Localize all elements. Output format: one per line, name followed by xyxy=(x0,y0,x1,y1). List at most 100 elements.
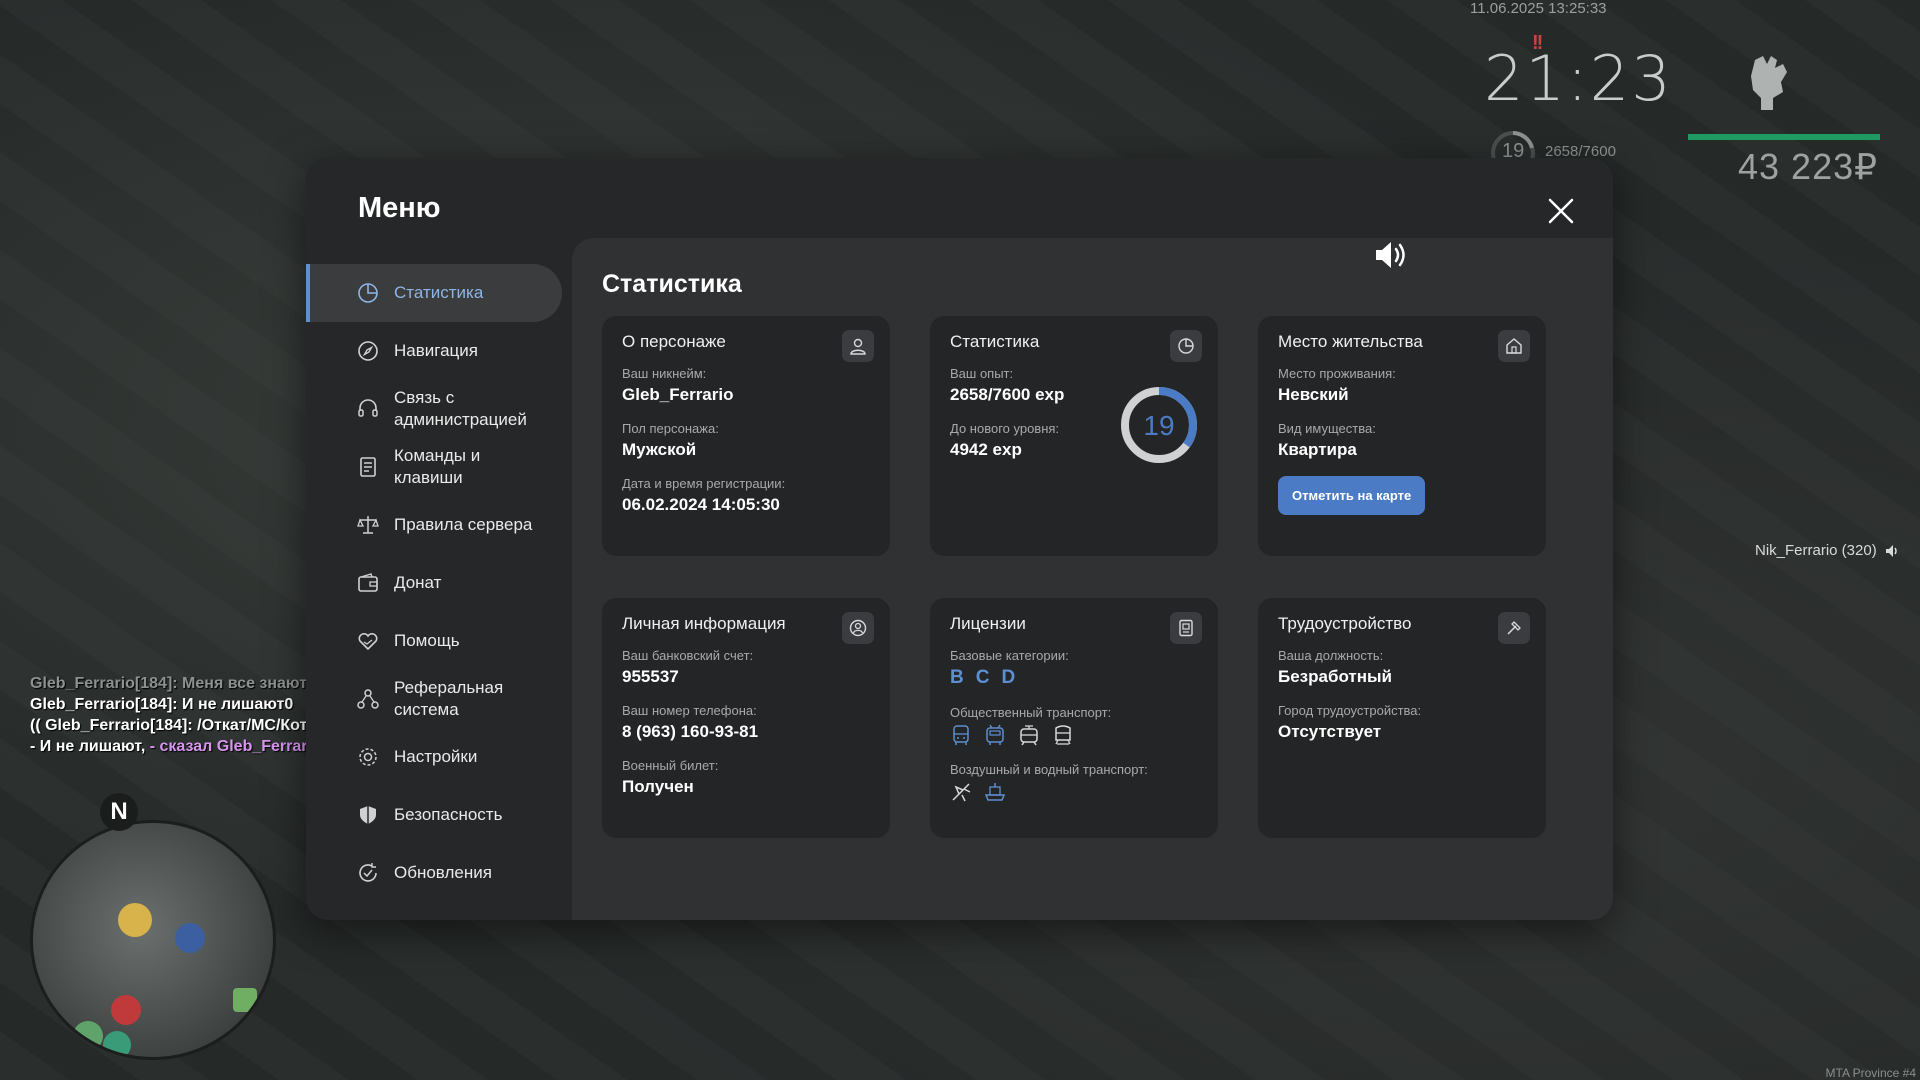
base-categories-label: Базовые категории: xyxy=(950,648,1069,663)
tram-icon xyxy=(1020,725,1038,746)
sidebar-item-admin-contact[interactable]: Связь с администрацией xyxy=(306,380,562,438)
sidebar-item-label: Навигация xyxy=(394,341,478,360)
sidebar-item-label: Правила сервера xyxy=(394,515,533,534)
shield-icon xyxy=(360,806,376,824)
card-title: Статистика xyxy=(950,332,1040,351)
sidebar-item-commands[interactable]: Команды и клавиши xyxy=(306,438,562,496)
metro-icon xyxy=(1055,725,1071,745)
residence-value: Невский xyxy=(1278,385,1349,404)
sidebar-item-label: Безопасность xyxy=(394,805,503,824)
sidebar-item-rules[interactable]: Правила сервера xyxy=(306,496,562,554)
gender-value: Мужской xyxy=(622,440,697,459)
card-character: О персонаже Ваш никнейм: Gleb_Ferrario П… xyxy=(602,316,890,556)
sidebar-item-label: Команды и клавиши xyxy=(394,446,481,487)
sidebar-item-statistics[interactable]: Статистика xyxy=(306,264,562,322)
sidebar-item-label: Статистика xyxy=(394,283,484,302)
card-statistics: Статистика Ваш опыт: 2658/7600 exp До но… xyxy=(930,316,1218,556)
card-title: Лицензии xyxy=(950,614,1026,633)
sidebar-item-navigation[interactable]: Навигация xyxy=(306,322,562,380)
card-icon xyxy=(1170,612,1202,644)
minimap-north: N xyxy=(100,793,138,831)
page-title: Статистика xyxy=(602,270,742,298)
hammer-icon xyxy=(1507,621,1521,635)
user-icon xyxy=(850,338,866,355)
fist-icon xyxy=(1751,56,1787,110)
referral-icon xyxy=(357,689,379,709)
hud-money: 43 223₽ xyxy=(1738,146,1879,187)
minimap-marker xyxy=(103,1031,131,1057)
property-value: Квартира xyxy=(1278,440,1357,459)
speaker-icon[interactable] xyxy=(1372,235,1412,275)
card-residence: Место жительства Место проживания: Невск… xyxy=(1258,316,1546,556)
voice-user: Nik_Ferrario (320) xyxy=(1755,542,1877,559)
level-value: 19 xyxy=(1143,410,1174,441)
sidebar-item-settings[interactable]: Настройки xyxy=(306,728,562,786)
sidebar-item-referral[interactable]: Реферальная система xyxy=(306,670,562,728)
public-transport-label: Общественный транспорт: xyxy=(950,705,1112,720)
license-card-icon xyxy=(1179,619,1193,637)
level-progress-ring: 19 xyxy=(1121,387,1197,463)
user-circle-icon xyxy=(849,619,867,637)
sidebar-item-security[interactable]: Безопасность xyxy=(306,786,562,844)
house-icon xyxy=(1506,338,1522,354)
employment-city-label: Город трудоустройства: xyxy=(1278,703,1422,718)
gender-label: Пол персонажа: xyxy=(622,421,719,436)
close-icon[interactable] xyxy=(1544,194,1578,228)
boat-icon xyxy=(984,783,1006,801)
card-title: О персонаже xyxy=(622,332,726,351)
card-icon xyxy=(842,612,874,644)
card-personal-info: Личная информация Ваш банковский счет: 9… xyxy=(602,598,890,838)
sidebar-item-help[interactable]: Помощь xyxy=(306,612,562,670)
minimap-marker xyxy=(233,988,257,1012)
server-tag: MTA Province #4 xyxy=(1825,1066,1916,1080)
bus-icon xyxy=(953,725,969,745)
heart-hands-icon xyxy=(358,632,378,651)
refresh-check-icon xyxy=(359,863,377,882)
nickname-label: Ваш никнейм: xyxy=(622,366,707,381)
minimap-marker xyxy=(111,995,141,1025)
residence-label: Место проживания: xyxy=(1278,366,1396,381)
bank-value: 955537 xyxy=(622,667,679,686)
hud-clock: 21:23 xyxy=(1484,42,1673,115)
sidebar-item-label: Связь с администрацией xyxy=(394,388,527,429)
exp-label: Ваш опыт: xyxy=(950,366,1014,381)
compass-icon xyxy=(358,341,378,361)
menu-title: Меню xyxy=(358,192,441,224)
main-menu: Меню Статистика Навигация Связь с админи… xyxy=(306,158,1613,920)
card-icon xyxy=(842,330,874,362)
headset-icon xyxy=(358,399,378,417)
card-licenses: Лицензии Базовые категории: B C D Общест… xyxy=(930,598,1218,838)
military-value: Получен xyxy=(622,777,694,796)
chat-prefix: - И не лишают, xyxy=(30,738,150,755)
voice-indicator: Nik_Ferrario (320) xyxy=(1755,542,1901,559)
sidebar-item-donate[interactable]: Донат xyxy=(306,554,562,612)
public-transport-icons xyxy=(950,724,1198,746)
sidebar-item-label: Помощь xyxy=(394,631,460,650)
sidebar-item-updates[interactable]: Обновления xyxy=(306,844,562,902)
card-icon xyxy=(1498,330,1530,362)
property-label: Вид имущества: xyxy=(1278,421,1376,436)
minimap-marker xyxy=(73,1021,103,1051)
minimap[interactable] xyxy=(30,820,276,1060)
card-title: Трудоустройство xyxy=(1278,614,1412,633)
card-icon xyxy=(1498,612,1530,644)
mark-on-map-button[interactable]: Отметить на карте xyxy=(1278,476,1426,515)
registration-label: Дата и время регистрации: xyxy=(622,476,786,491)
minimap-marker xyxy=(175,923,205,953)
sidebar-item-label: Реферальная система xyxy=(394,678,504,719)
trolleybus-icon xyxy=(986,724,1004,745)
position-value: Безработный xyxy=(1278,667,1392,686)
plane-icon xyxy=(952,783,971,802)
sidebar: Статистика Навигация Связь с администрац… xyxy=(306,264,562,902)
bank-label: Ваш банковский счет: xyxy=(622,648,754,663)
employment-city-value: Отсутствует xyxy=(1278,722,1382,741)
card-title: Личная информация xyxy=(622,614,786,633)
position-label: Ваша должность: xyxy=(1278,648,1384,663)
license-category: D xyxy=(1001,667,1016,688)
license-categories: B C D xyxy=(950,667,1198,689)
gear-icon xyxy=(359,748,377,766)
hud-datetime: 11.06.2025 13:25:33 xyxy=(1470,0,1607,17)
sidebar-item-label: Обновления xyxy=(394,863,492,882)
card-title: Место жительства xyxy=(1278,332,1423,351)
nickname-value: Gleb_Ferrario xyxy=(622,385,734,404)
